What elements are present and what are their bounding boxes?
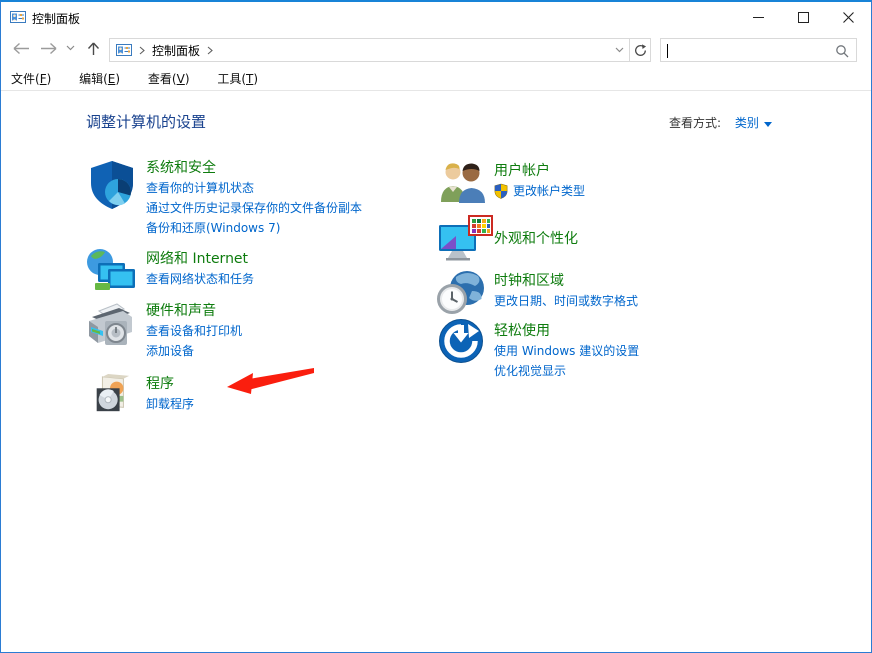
minimize-icon xyxy=(753,12,764,23)
ease-of-access-icon[interactable] xyxy=(438,318,484,364)
navigation-bar: 控制面板 xyxy=(1,32,871,64)
view-by-value[interactable]: 类别 xyxy=(735,116,759,130)
section-network-internet: 网络和 Internet 查看网络状态和任务 xyxy=(146,248,254,289)
menu-tools[interactable]: 工具(T) xyxy=(217,70,258,87)
menu-edit[interactable]: 编辑(E) xyxy=(79,70,120,87)
category-title-appearance[interactable]: 外观和个性化 xyxy=(494,229,578,249)
content-area: 调整计算机的设置 查看方式: 类别 系统和安全 查看你的计算机状态 通过文件历史… xyxy=(1,91,871,653)
category-title-system-security[interactable]: 系统和安全 xyxy=(146,158,216,178)
back-icon xyxy=(12,42,30,55)
link-add-device[interactable]: 添加设备 xyxy=(146,341,242,361)
refresh-icon xyxy=(634,44,647,57)
close-icon xyxy=(843,12,854,23)
up-button[interactable] xyxy=(83,32,103,64)
control-panel-window: 控制面板 xyxy=(0,0,872,653)
recent-locations-chevron-icon xyxy=(66,45,75,51)
search-icon[interactable] xyxy=(835,44,849,58)
appearance-icon[interactable] xyxy=(437,215,493,261)
view-by-control: 查看方式: 类别 xyxy=(669,114,772,131)
forward-button[interactable] xyxy=(37,32,61,64)
network-icon[interactable] xyxy=(85,248,137,294)
search-box xyxy=(660,38,857,62)
hardware-icon[interactable] xyxy=(83,300,137,352)
link-file-history-backup[interactable]: 通过文件历史记录保存你的文件备份副本 xyxy=(146,198,362,218)
recent-locations-button[interactable] xyxy=(63,32,77,64)
category-title-network-internet[interactable]: 网络和 Internet xyxy=(146,249,248,269)
category-title-user-accounts[interactable]: 用户帐户 xyxy=(494,161,550,181)
link-change-account-type[interactable]: 更改帐户类型 xyxy=(513,181,585,201)
section-user-accounts: 用户帐户 更改帐户类型 xyxy=(494,160,585,201)
breadcrumb-chevron-icon[interactable] xyxy=(139,46,145,55)
category-title-ease-of-access[interactable]: 轻松使用 xyxy=(494,321,550,341)
user-accounts-icon[interactable] xyxy=(439,159,487,203)
window-title: 控制面板 xyxy=(32,10,80,27)
uac-shield-icon xyxy=(494,183,508,199)
breadcrumb-control-panel[interactable]: 控制面板 xyxy=(152,42,200,59)
address-bar[interactable]: 控制面板 xyxy=(109,38,630,62)
section-clock-region: 时钟和区域 更改日期、时间或数字格式 xyxy=(494,270,638,311)
link-uninstall-program[interactable]: 卸载程序 xyxy=(146,394,194,414)
clock-region-icon[interactable] xyxy=(437,268,487,316)
menu-file[interactable]: 文件(F) xyxy=(11,70,51,87)
section-ease-of-access: 轻松使用 使用 Windows 建议的设置 优化视觉显示 xyxy=(494,320,639,381)
view-by-label: 查看方式: xyxy=(669,116,721,130)
text-caret xyxy=(667,44,668,58)
section-programs: 程序 卸载程序 xyxy=(146,373,194,414)
maximize-button[interactable] xyxy=(781,2,826,32)
title-bar: 控制面板 xyxy=(1,2,871,32)
security-icon[interactable] xyxy=(87,159,137,211)
menu-bar: 文件(F) 编辑(E) 查看(V) 工具(T) xyxy=(1,64,871,91)
category-title-clock-region[interactable]: 时钟和区域 xyxy=(494,271,564,291)
link-computer-status[interactable]: 查看你的计算机状态 xyxy=(146,178,362,198)
category-title-programs[interactable]: 程序 xyxy=(146,374,174,394)
address-dropdown-icon[interactable] xyxy=(609,47,629,53)
link-change-date-time-format[interactable]: 更改日期、时间或数字格式 xyxy=(494,291,638,311)
control-panel-icon[interactable] xyxy=(10,9,26,25)
up-icon xyxy=(87,41,100,56)
section-hardware-sound: 硬件和声音 查看设备和打印机 添加设备 xyxy=(146,300,242,361)
breadcrumb-chevron-icon[interactable] xyxy=(207,46,213,55)
section-system-security: 系统和安全 查看你的计算机状态 通过文件历史记录保存你的文件备份副本 备份和还原… xyxy=(146,157,362,238)
close-button[interactable] xyxy=(826,2,871,32)
back-button[interactable] xyxy=(9,32,33,64)
link-network-status[interactable]: 查看网络状态和任务 xyxy=(146,269,254,289)
forward-icon xyxy=(40,42,58,55)
link-windows-suggested-settings[interactable]: 使用 Windows 建议的设置 xyxy=(494,341,639,361)
minimize-button[interactable] xyxy=(736,2,781,32)
page-title: 调整计算机的设置 xyxy=(86,111,206,132)
programs-icon[interactable] xyxy=(89,373,133,415)
search-input[interactable] xyxy=(667,41,827,59)
menu-view[interactable]: 查看(V) xyxy=(148,70,190,87)
refresh-button[interactable] xyxy=(629,38,651,62)
section-appearance: 外观和个性化 xyxy=(494,228,578,249)
maximize-icon xyxy=(798,12,809,23)
link-optimize-visual-display[interactable]: 优化视觉显示 xyxy=(494,361,639,381)
category-title-hardware-sound[interactable]: 硬件和声音 xyxy=(146,301,216,321)
view-by-dropdown-icon[interactable] xyxy=(764,122,772,127)
link-devices-printers[interactable]: 查看设备和打印机 xyxy=(146,321,242,341)
link-backup-restore-win7[interactable]: 备份和还原(Windows 7) xyxy=(146,218,362,238)
control-panel-icon xyxy=(116,42,132,58)
